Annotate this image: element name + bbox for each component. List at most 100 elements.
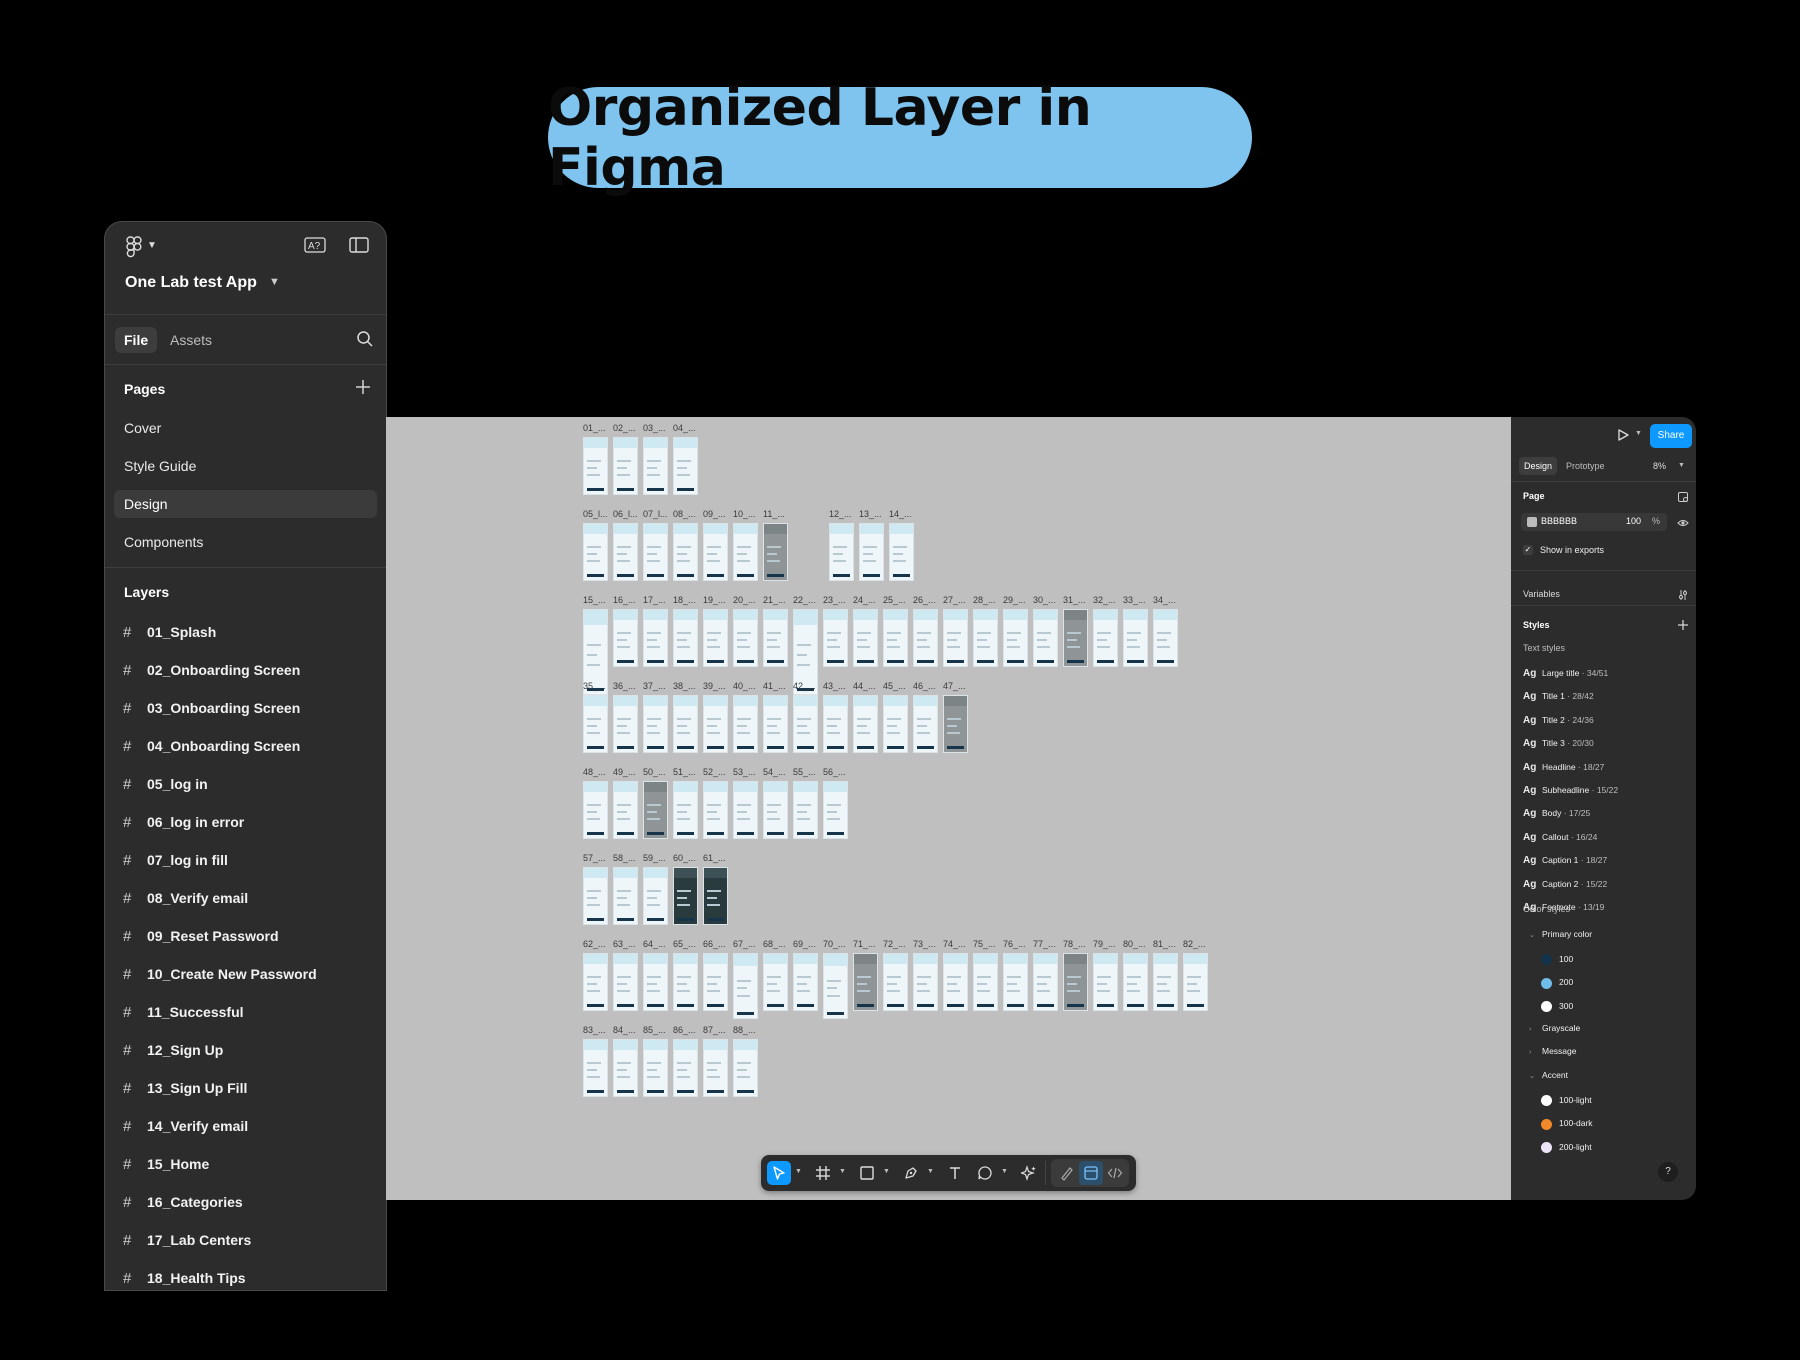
text-style-item[interactable]: Ag Title 2 · 24/36 xyxy=(1523,713,1594,727)
screen-thumbnail[interactable] xyxy=(733,523,758,581)
layer-item[interactable]: #06_log in error xyxy=(123,810,244,834)
screen-thumbnail[interactable] xyxy=(733,695,758,753)
text-style-item[interactable]: Ag Headline · 18/27 xyxy=(1523,760,1604,774)
project-name[interactable]: One Lab test App xyxy=(125,274,257,292)
screen-thumbnail[interactable] xyxy=(1153,953,1178,1011)
layer-item[interactable]: #04_Onboarding Screen xyxy=(123,734,300,758)
chevron-down-icon[interactable]: ▼ xyxy=(883,1168,890,1175)
layer-item[interactable]: #16_Categories xyxy=(123,1190,243,1214)
layer-item[interactable]: #08_Verify email xyxy=(123,886,248,910)
add-style-icon[interactable] xyxy=(1677,618,1689,630)
screen-thumbnail[interactable] xyxy=(613,953,638,1011)
screen-thumbnail[interactable] xyxy=(643,867,668,925)
chevron-right-icon[interactable]: › xyxy=(1529,1049,1542,1056)
layer-item[interactable]: #09_Reset Password xyxy=(123,924,279,948)
screen-thumbnail[interactable] xyxy=(703,867,728,925)
screen-thumbnail[interactable] xyxy=(703,609,728,667)
search-icon[interactable] xyxy=(356,330,374,348)
dev-mode-icon[interactable] xyxy=(1103,1161,1127,1185)
screen-thumbnail[interactable] xyxy=(889,523,914,581)
screen-thumbnail[interactable] xyxy=(613,1039,638,1097)
screen-thumbnail[interactable] xyxy=(583,1039,608,1097)
color-group-grayscale[interactable]: › Grayscale xyxy=(1529,1023,1580,1033)
screen-thumbnail[interactable] xyxy=(763,781,788,839)
page-opacity[interactable]: 100 xyxy=(1626,516,1641,526)
color-swatch[interactable] xyxy=(1527,517,1537,527)
tab-prototype[interactable]: Prototype xyxy=(1561,457,1610,475)
chevron-down-icon[interactable]: ▼ xyxy=(1635,430,1642,437)
color-group-accent[interactable]: ⌄ Accent xyxy=(1529,1070,1568,1080)
layer-item[interactable]: #18_Health Tips xyxy=(123,1266,246,1290)
color-style-item[interactable]: 200 xyxy=(1541,975,1573,989)
screen-thumbnail[interactable] xyxy=(1033,609,1058,667)
screen-thumbnail[interactable] xyxy=(943,953,968,1011)
screen-thumbnail[interactable] xyxy=(853,609,878,667)
chevron-down-icon[interactable]: ▼ xyxy=(795,1168,802,1175)
screen-thumbnail[interactable] xyxy=(1123,609,1148,667)
page-color-field[interactable]: BBBBBB 100 % xyxy=(1521,513,1667,531)
screen-thumbnail[interactable] xyxy=(1003,609,1028,667)
screen-thumbnail[interactable] xyxy=(733,781,758,839)
screen-thumbnail[interactable] xyxy=(913,609,938,667)
comment-tool-icon[interactable] xyxy=(973,1161,997,1185)
text-tool-icon[interactable] xyxy=(943,1161,967,1185)
screen-thumbnail[interactable] xyxy=(703,523,728,581)
screen-thumbnail[interactable] xyxy=(913,953,938,1011)
page-item-cover[interactable]: Cover xyxy=(114,414,377,442)
screen-thumbnail[interactable] xyxy=(823,609,848,667)
layer-item[interactable]: #15_Home xyxy=(123,1152,209,1176)
screen-thumbnail[interactable] xyxy=(763,523,788,581)
chevron-down-icon[interactable]: ▼ xyxy=(839,1168,846,1175)
screen-thumbnail[interactable] xyxy=(613,695,638,753)
screen-thumbnail[interactable] xyxy=(883,953,908,1011)
screen-thumbnail[interactable] xyxy=(943,609,968,667)
screen-thumbnail[interactable] xyxy=(583,523,608,581)
text-style-item[interactable]: Ag Large title · 34/51 xyxy=(1523,666,1608,680)
frame-tool-icon[interactable] xyxy=(811,1161,835,1185)
chevron-down-icon[interactable]: ▼ xyxy=(1001,1168,1008,1175)
screen-thumbnail[interactable] xyxy=(793,695,818,753)
screen-thumbnail[interactable] xyxy=(793,781,818,839)
screen-thumbnail[interactable] xyxy=(703,953,728,1011)
color-style-item[interactable]: 200-light xyxy=(1541,1140,1592,1154)
layer-item[interactable]: #03_Onboarding Screen xyxy=(123,696,300,720)
color-style-item[interactable]: 300 xyxy=(1541,999,1573,1013)
screen-thumbnail[interactable] xyxy=(673,953,698,1011)
screen-thumbnail[interactable] xyxy=(673,1039,698,1097)
screen-thumbnail[interactable] xyxy=(643,1039,668,1097)
move-tool-icon[interactable] xyxy=(767,1161,791,1185)
tab-file[interactable]: File xyxy=(115,327,158,353)
screen-thumbnail[interactable] xyxy=(973,609,998,667)
screen-thumbnail[interactable] xyxy=(1063,953,1088,1011)
screen-thumbnail[interactable] xyxy=(643,953,668,1011)
text-style-item[interactable]: Ag Caption 2 · 15/22 xyxy=(1523,877,1607,891)
screen-thumbnail[interactable] xyxy=(583,953,608,1011)
screen-thumbnail[interactable] xyxy=(613,437,638,495)
screen-thumbnail[interactable] xyxy=(793,953,818,1011)
screen-thumbnail[interactable] xyxy=(1183,953,1208,1011)
draw-mode-icon[interactable] xyxy=(1055,1161,1079,1185)
design-canvas[interactable]: 01_... 02_... 03_... 04_... 05_l... 06_l... 07… xyxy=(386,417,1511,1200)
screen-thumbnail[interactable] xyxy=(763,695,788,753)
layer-item[interactable]: #11_Successful xyxy=(123,1000,244,1024)
screen-thumbnail[interactable] xyxy=(1063,609,1088,667)
color-group-primary[interactable]: ⌄ Primary color xyxy=(1529,929,1592,939)
tab-design[interactable]: Design xyxy=(1519,457,1558,475)
actions-sparkle-icon[interactable] xyxy=(1017,1161,1041,1185)
screen-thumbnail[interactable] xyxy=(613,523,638,581)
add-page-icon[interactable] xyxy=(355,379,371,395)
page-item-components[interactable]: Components xyxy=(114,528,377,556)
screen-thumbnail[interactable] xyxy=(613,867,638,925)
screen-thumbnail[interactable] xyxy=(643,781,668,839)
layer-item[interactable]: #13_Sign Up Fill xyxy=(123,1076,247,1100)
chevron-down-icon[interactable]: ⌄ xyxy=(1529,1072,1542,1080)
screen-thumbnail[interactable] xyxy=(823,781,848,839)
layer-item[interactable]: #02_Onboarding Screen xyxy=(123,658,300,682)
chevron-down-icon[interactable]: ▼ xyxy=(147,240,157,251)
screen-thumbnail[interactable] xyxy=(859,523,884,581)
screen-thumbnail[interactable] xyxy=(673,523,698,581)
chevron-down-icon[interactable]: ▼ xyxy=(1678,462,1685,469)
screen-thumbnail[interactable] xyxy=(703,1039,728,1097)
screen-thumbnail[interactable] xyxy=(913,695,938,753)
color-style-item[interactable]: 100-light xyxy=(1541,1093,1592,1107)
